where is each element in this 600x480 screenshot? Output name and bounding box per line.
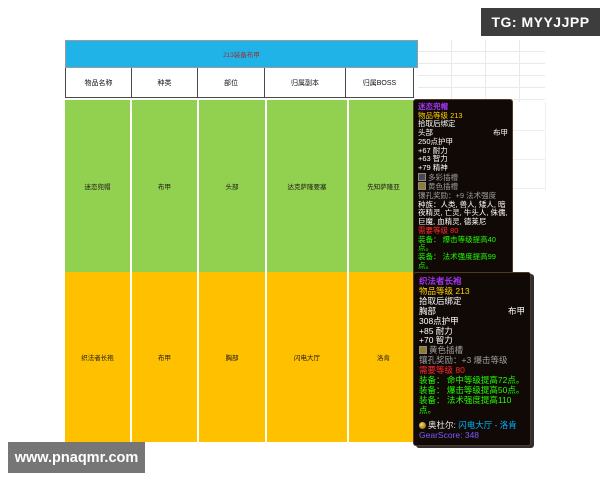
equip-bonus-crit: 装备： 爆击等级提高40点。 [418, 236, 508, 253]
gearscore-line: GearScore: 348 [419, 431, 525, 441]
cell-dungeon[interactable]: 达克萨隆要塞 [267, 100, 349, 272]
cell-boss[interactable]: 先知萨隆亚 [349, 100, 418, 272]
gearscore-label: GearScore: [419, 430, 462, 440]
table-row-robe: 织法者长袍 布甲 胸部 闪电大厅 洛肯 [65, 270, 418, 440]
col-header-item-name[interactable]: 物品名称 [65, 68, 132, 98]
item-tooltip-robe: 织法者长袍 物品等级 213 拾取后绑定 胸部 布甲 308点护甲 +85 耐力… [413, 272, 531, 446]
socket-line: 多彩插槽 [418, 173, 508, 183]
equip-bonus-spellpower: 装备： 法术强度提高110点。 [419, 396, 525, 416]
cell-item-name[interactable]: 织法者长袍 [65, 272, 132, 442]
races-line: 种族：人类, 兽人, 矮人, 暗夜精灵, 亡灵, 牛头人, 侏儒, 巨魔, 血精… [418, 201, 508, 227]
source-zone: 奥杜尔: [428, 420, 456, 430]
source-text: 闪电大厅 - 洛肯 [458, 420, 517, 430]
socket-label: 多彩插槽 [428, 173, 458, 182]
tg-contact-text: TG: MYYJJPP [491, 14, 589, 30]
meta-socket-icon [418, 173, 426, 181]
yellow-socket-icon [419, 346, 427, 354]
cell-type[interactable]: 布甲 [132, 100, 199, 272]
armor-type-label: 布甲 [508, 307, 525, 317]
table-title-bar[interactable]: 213装备布甲 [65, 40, 418, 68]
yellow-socket-icon [418, 182, 426, 190]
armor-type-label: 布甲 [493, 129, 508, 138]
site-watermark: www.pnaqmr.com [8, 442, 145, 473]
col-header-type[interactable]: 种类 [131, 68, 198, 98]
socket-label: 黄色插槽 [428, 182, 458, 191]
cell-dungeon[interactable]: 闪电大厅 [267, 272, 349, 442]
site-watermark-text: www.pnaqmr.com [15, 450, 139, 466]
col-header-dungeon[interactable]: 归属副本 [264, 68, 346, 98]
socket-label: 黄色插槽 [429, 345, 463, 355]
tg-contact-badge: TG: MYYJJPP [481, 8, 600, 36]
table-header-row: 物品名称 种类 部位 归属副本 归属BOSS [65, 68, 418, 98]
cell-slot[interactable]: 头部 [199, 100, 267, 272]
cell-slot[interactable]: 胸部 [199, 272, 267, 442]
boss-icon [419, 422, 426, 429]
cell-boss[interactable]: 洛肯 [349, 272, 418, 442]
cell-item-name[interactable]: 迷恋兜帽 [65, 100, 132, 272]
table-title: 213装备布甲 [223, 49, 260, 59]
cell-type[interactable]: 布甲 [132, 272, 199, 442]
spreadsheet-gridlines [418, 40, 545, 102]
col-header-slot[interactable]: 部位 [197, 68, 265, 98]
equip-bonus-spellpower: 装备： 法术强度提高99点。 [418, 253, 508, 270]
stat-spirit: +79 精神 [418, 164, 508, 173]
col-header-boss[interactable]: 归属BOSS [345, 68, 414, 98]
table-row-hood: 迷恋兜帽 布甲 头部 达克萨隆要塞 先知萨隆亚 [65, 98, 418, 270]
gearscore-value: 348 [465, 430, 479, 440]
screenshot-root: TG: MYYJJPP 213装备布甲 物品名称 种类 部位 归属副本 归属BO… [0, 0, 600, 480]
gear-table: 213装备布甲 物品名称 种类 部位 归属副本 归属BOSS 迷恋兜帽 布甲 头… [65, 40, 418, 440]
